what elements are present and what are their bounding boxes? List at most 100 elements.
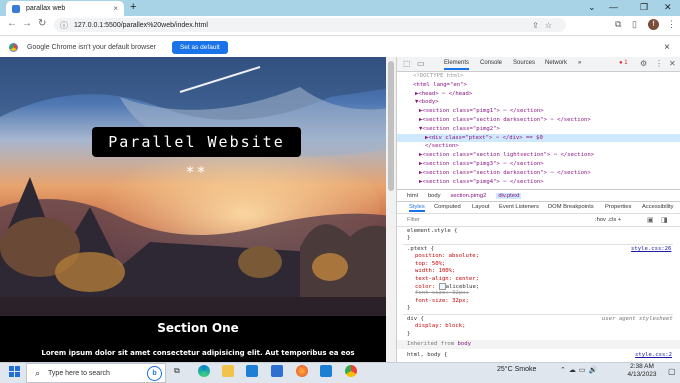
tab-sources[interactable]: Sources — [513, 60, 535, 66]
browser-tab[interactable]: parallax web × — [6, 1, 124, 16]
filter-controls[interactable]: :hov .cls + — [595, 217, 621, 223]
tab-elements[interactable]: Elements — [444, 60, 470, 70]
section-heading: Section One — [157, 321, 239, 335]
subtab-dom-breakpoints[interactable]: DOM Breakpoints — [548, 204, 594, 210]
dom-section-dark2[interactable]: ▶<section class="section darksection"> ⋯… — [419, 169, 591, 178]
back-arrow-icon[interactable]: ← — [7, 18, 17, 29]
scrollbar-thumb[interactable] — [388, 61, 394, 191]
rule-element-style[interactable]: element.style { — [407, 228, 458, 235]
dom-section-pimg3[interactable]: ▶<section class="pimg3"> ⋯ </section> — [419, 160, 544, 169]
tab-console[interactable]: Console — [480, 60, 502, 66]
devtools-tabbar: ⬚ ▭ Elements Console Sources Network » ●… — [397, 57, 680, 72]
dom-section-dark1[interactable]: ▶<section class="section darksection"> ⋯… — [419, 116, 591, 125]
rule-div-display[interactable]: display: block; — [415, 323, 466, 330]
styles-subtabs: Styles Computed Layout Event Listeners D… — [397, 202, 680, 214]
edge-icon[interactable] — [198, 365, 210, 377]
rule-ptext-selector[interactable]: .ptext { — [407, 246, 434, 253]
chrome-logo-icon — [8, 41, 19, 53]
inherited-element[interactable]: body — [458, 341, 471, 347]
set-default-button[interactable]: Set as default — [171, 40, 228, 54]
rule-prop-font-size[interactable]: font-size: 32px; — [415, 298, 469, 305]
rule-ptext-source[interactable]: style.css:26 — [631, 246, 671, 253]
dom-section-light[interactable]: ▶<section class="section lightsection"> … — [419, 151, 594, 160]
devtools-menu-icon[interactable]: ⋮ — [655, 59, 663, 68]
subtab-layout[interactable]: Layout — [472, 204, 489, 210]
subtab-properties[interactable]: Properties — [605, 204, 631, 210]
profile-avatar[interactable]: f — [648, 19, 659, 30]
vscode-icon[interactable] — [320, 365, 332, 377]
color-swatch[interactable] — [438, 283, 446, 290]
breadcrumb-body[interactable]: body — [428, 193, 441, 199]
dom-head[interactable]: ▶<head> ⋯ </head> — [415, 90, 472, 99]
menu-kebab-icon[interactable]: ⋮ — [667, 19, 676, 30]
task-view-icon[interactable]: ⧉ — [174, 366, 180, 376]
site-favicon-icon — [12, 4, 20, 13]
styles-rules[interactable]: element.style { } .ptext { style.css:26 … — [397, 228, 680, 362]
tab-close-icon[interactable]: × — [113, 4, 118, 13]
subtab-computed[interactable]: Computed — [434, 204, 461, 210]
mail-icon[interactable] — [246, 365, 258, 377]
styles-filter-input[interactable]: Filter — [407, 217, 420, 223]
site-info-icon[interactable]: ⓘ — [60, 20, 68, 31]
dom-tree[interactable]: <!DOCTYPE html> <html lang="en"> ▶<head>… — [397, 72, 680, 188]
address-bar[interactable]: ⓘ 127.0.0.1:5500/parallex%20web/index.ht… — [54, 18, 566, 32]
new-tab-button[interactable]: + — [130, 1, 136, 13]
dom-section-pimg4[interactable]: ▶<section class="pimg4"> ⋯ </section> — [419, 178, 544, 187]
breadcrumb-current[interactable]: div.ptext — [496, 192, 522, 199]
store-icon[interactable] — [271, 365, 283, 377]
rule-ptext-close: } — [407, 305, 411, 312]
devtools-close-icon[interactable]: ✕ — [669, 59, 676, 68]
rule-prop-position[interactable]: position: absolute; — [415, 253, 479, 260]
tab-search-icon[interactable]: ⌄ — [588, 2, 596, 13]
chrome-taskbar-icon[interactable] — [345, 365, 357, 377]
error-badge[interactable]: ● 1 — [619, 60, 628, 66]
taskbar-search-placeholder[interactable]: Type here to search — [48, 370, 110, 377]
dom-section-close[interactable]: </section> — [425, 142, 459, 151]
close-window-button[interactable]: ✕ — [664, 2, 672, 13]
device-toolbar-icon[interactable]: ▭ — [417, 59, 425, 68]
breadcrumb-html[interactable]: html — [407, 193, 418, 199]
extensions-icon[interactable]: ⧉ — [615, 19, 621, 30]
side-panel-icon[interactable]: ▯ — [632, 19, 637, 30]
taskbar-search[interactable]: ⌕ Type here to search b — [26, 363, 166, 383]
file-explorer-icon[interactable] — [222, 365, 234, 377]
dom-section-pimg1[interactable]: ▶<section class="pimg1"> ⋯ </section> — [419, 107, 544, 116]
windows-start-icon[interactable] — [9, 366, 20, 377]
settings-gear-icon[interactable]: ⚙ — [640, 59, 647, 68]
devtools-panel: ⬚ ▭ Elements Console Sources Network » ●… — [396, 57, 680, 362]
breadcrumb-section[interactable]: section.pimg2 — [451, 193, 487, 199]
rule-prop-text-align[interactable]: text-align: center; — [415, 276, 479, 283]
restore-button[interactable]: ❐ — [640, 2, 648, 13]
dom-html[interactable]: <html lang="en"> — [413, 81, 467, 90]
tab-network[interactable]: Network — [545, 60, 567, 66]
dom-doctype[interactable]: <!DOCTYPE html> — [413, 72, 464, 81]
inspect-element-icon[interactable]: ⬚ — [403, 59, 411, 68]
system-tray-icons[interactable]: ⌃☁▭🔊 — [560, 366, 600, 374]
rule-div-selector[interactable]: div { — [407, 316, 424, 323]
subtab-styles[interactable]: Styles — [409, 204, 425, 212]
bing-icon[interactable]: b — [147, 365, 162, 381]
dom-section-pimg2[interactable]: ▼<section class="pimg2"> — [419, 125, 500, 134]
rule-prop-top[interactable]: top: 50%; — [415, 261, 445, 268]
subtab-event-listeners[interactable]: Event Listeners — [499, 204, 539, 210]
more-tabs-icon[interactable]: » — [578, 60, 581, 66]
url-text[interactable]: 127.0.0.1:5500/parallex%20web/index.html — [74, 22, 208, 29]
rule-html-body-selector[interactable]: html, body { — [407, 352, 447, 359]
reload-icon[interactable]: ↻ — [38, 18, 46, 29]
rule-html-body-source[interactable]: style.css:2 — [635, 352, 672, 359]
computed-sidebar-icon[interactable]: ◨ — [661, 216, 668, 224]
toggle-element-state-icon[interactable]: ▣ — [647, 216, 654, 224]
dom-body[interactable]: ▼<body> — [415, 98, 439, 107]
minimize-button[interactable]: — — [609, 2, 618, 12]
rule-prop-width[interactable]: width: 100%; — [415, 268, 455, 275]
infobar-close-icon[interactable]: × — [664, 42, 670, 53]
notification-icon[interactable]: ▢ — [668, 367, 676, 376]
subtab-accessibility[interactable]: Accessibility — [642, 204, 674, 210]
forward-arrow-icon[interactable]: → — [22, 18, 32, 29]
taskbar-clock[interactable]: 2:38 AM 4/13/2023 — [622, 363, 662, 379]
firefox-icon[interactable] — [296, 365, 308, 377]
dom-div-ptext-selected[interactable]: ▶<div class="ptext"> ⋯ </div> == $0 — [397, 133, 680, 143]
rule-prop-font-size-overridden[interactable]: font-size: 32px; — [415, 290, 469, 297]
share-bookmark-icons[interactable]: ⇪☆ — [532, 21, 558, 30]
weather-widget[interactable]: 25°C Smoke — [497, 366, 536, 373]
